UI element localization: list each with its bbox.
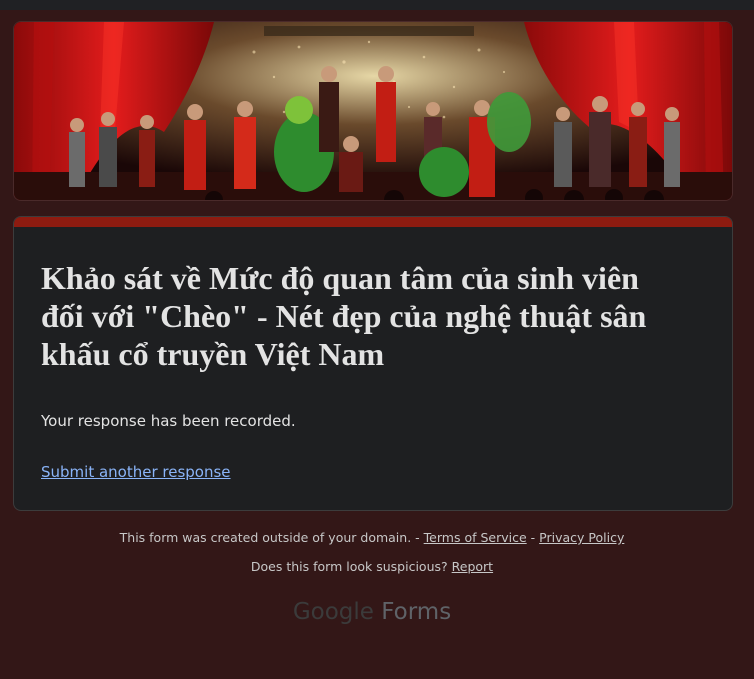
google-forms-logo[interactable]: Google Forms — [0, 599, 744, 625]
report-link[interactable]: Report — [452, 559, 493, 574]
privacy-policy-link[interactable]: Privacy Policy — [539, 530, 624, 545]
top-bar — [0, 0, 754, 10]
suspicious-text: Does this form look suspicious? — [250, 559, 448, 574]
footer-separator: - — [530, 530, 536, 545]
google-wordmark: Google — [292, 599, 374, 625]
form-title: Khảo sát về Mức độ quan tâm của sinh viê… — [41, 260, 647, 372]
submit-another-response-link[interactable]: Submit another response — [41, 463, 231, 481]
footer-notice: This form was created outside of your do… — [0, 530, 744, 545]
card-accent-bar — [14, 217, 732, 227]
footer-notice-text: This form was created outside of your do… — [119, 530, 420, 545]
header-banner-image — [13, 21, 733, 201]
forms-wordmark: Forms — [381, 599, 452, 625]
footer-suspicious: Does this form look suspicious? Report — [0, 559, 744, 574]
confirmation-message: Your response has been recorded. — [41, 412, 296, 430]
terms-of-service-link[interactable]: Terms of Service — [424, 530, 527, 545]
confirmation-card: Khảo sát về Mức độ quan tâm của sinh viê… — [13, 216, 733, 511]
